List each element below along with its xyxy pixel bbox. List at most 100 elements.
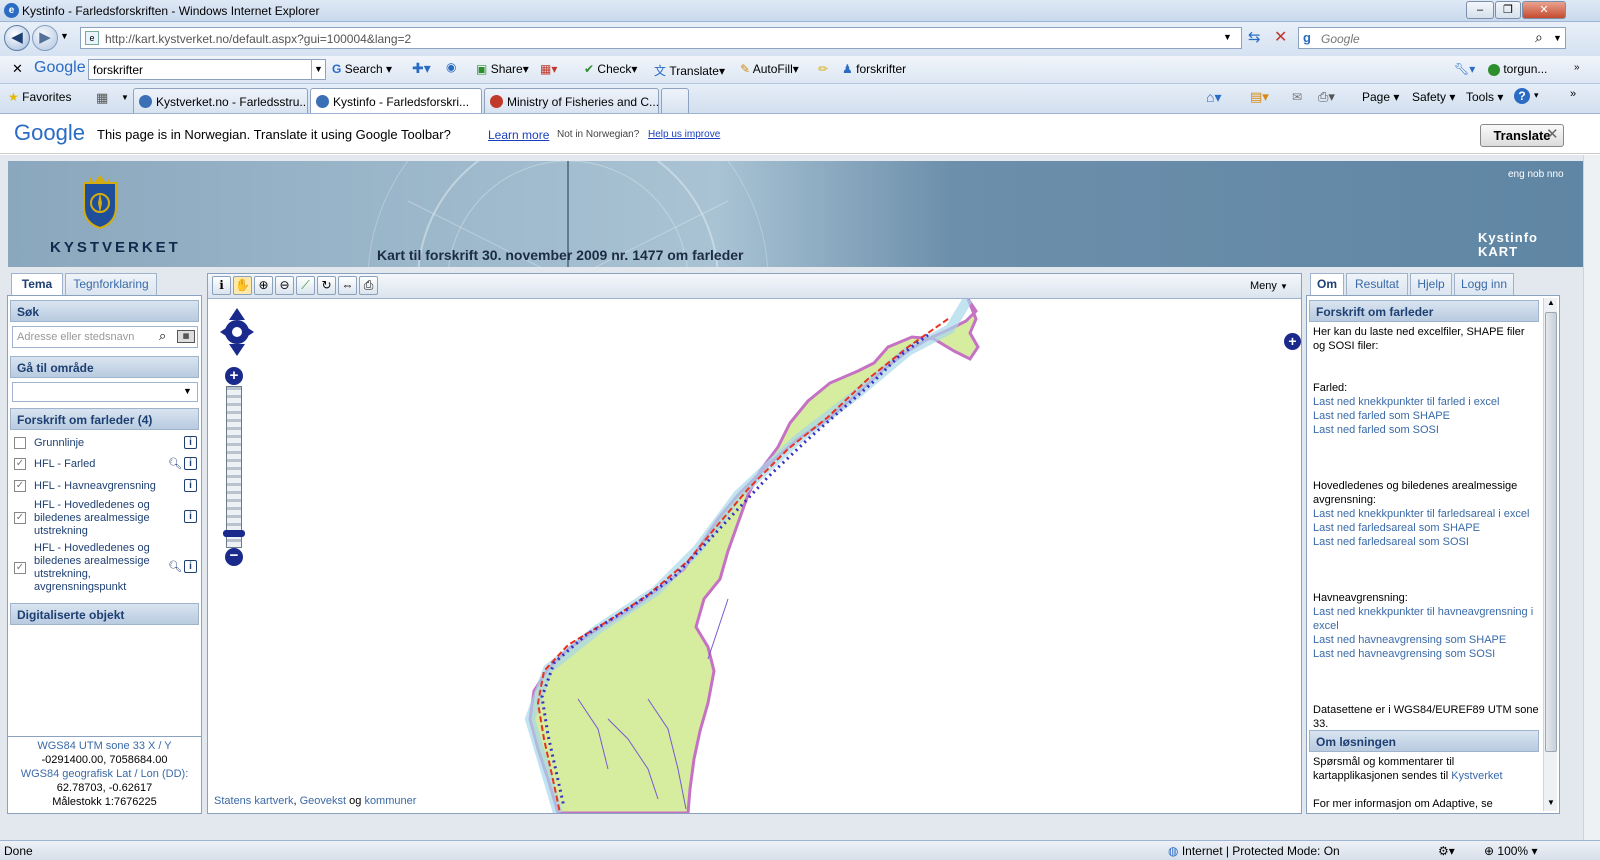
plus-icon[interactable]: ✚▾ xyxy=(412,60,431,77)
page-scrollbar[interactable] xyxy=(1583,155,1600,840)
history-dropdown-icon[interactable]: ▼ xyxy=(60,31,69,41)
tab-list-dropdown-icon[interactable]: ▼ xyxy=(121,93,129,102)
popup-blocker-icon[interactable]: ▦▾ xyxy=(540,62,557,76)
stop-icon[interactable]: ✕ xyxy=(1274,27,1287,47)
account-button[interactable]: torgun... xyxy=(1488,62,1547,76)
expand-panel-icon[interactable]: + xyxy=(1284,333,1301,350)
forward-button[interactable]: ▶ xyxy=(32,25,58,51)
print-map-icon[interactable]: ⎙ xyxy=(359,276,378,295)
tab-kystinfo[interactable]: Kystinfo - Farledsforskri... xyxy=(310,88,482,113)
print-icon[interactable]: ⎙▾ xyxy=(1318,89,1335,105)
tools-menu[interactable]: Tools ▾ xyxy=(1466,90,1503,104)
search-button[interactable]: G Search ▾ xyxy=(332,62,392,76)
keyboard-icon[interactable]: ▦ xyxy=(177,330,195,343)
back-button[interactable]: ◀ xyxy=(4,25,30,51)
url-field[interactable]: e http://kart.kystverket.no/default.aspx… xyxy=(80,27,1242,49)
toolbar-close-icon[interactable]: ✕ xyxy=(12,61,23,77)
maximize-button[interactable]: ❐ xyxy=(1495,1,1521,19)
help-icon[interactable]: ? xyxy=(1514,88,1530,104)
info-icon[interactable]: i xyxy=(184,457,197,470)
url-dropdown-icon[interactable]: ▼ xyxy=(1223,32,1232,42)
info-icon[interactable]: i xyxy=(184,560,197,573)
refresh-icon[interactable]: ⇆ xyxy=(1248,28,1261,46)
zoom-in-tool-icon[interactable]: ⊕ xyxy=(254,276,273,295)
zoom-slider[interactable] xyxy=(226,386,242,548)
credit-kartverk-link[interactable]: Statens kartverk xyxy=(214,795,293,807)
full-extent-icon[interactable]: ⇔ xyxy=(338,276,357,295)
map-canvas[interactable] xyxy=(208,299,1301,813)
info-tool-icon[interactable]: ℹ xyxy=(212,276,231,295)
havn-shape-link[interactable]: Last ned havneavgrensing som SHAPE xyxy=(1313,633,1539,647)
layer-checkbox[interactable]: ✓ xyxy=(14,480,26,492)
help-dropdown-icon[interactable]: ▾ xyxy=(1534,90,1539,101)
protected-mode-icon[interactable]: ⚙▾ xyxy=(1438,844,1455,858)
area-select[interactable]: ▼ xyxy=(12,382,198,402)
learn-more-link[interactable]: Learn more xyxy=(488,128,549,142)
close-translate-icon[interactable]: ✕ xyxy=(1546,125,1559,143)
zoom-to-layer-icon[interactable]: 🔍︎ xyxy=(168,561,182,574)
tab-tegnforklaring[interactable]: Tegnforklaring xyxy=(65,273,157,295)
right-panel-scrollbar[interactable]: ▲ ▼ xyxy=(1543,298,1557,811)
credit-geovekst-link[interactable]: Geovekst xyxy=(300,795,346,807)
tab-tema[interactable]: Tema xyxy=(11,273,63,295)
layer-checkbox[interactable]: ✓ xyxy=(14,458,26,470)
layer-checkbox[interactable]: ✓ xyxy=(14,562,26,574)
check-button[interactable]: ✔ Check▾ xyxy=(584,62,637,76)
farled-excel-link[interactable]: Last ned knekkpunkter til farled i excel xyxy=(1313,395,1539,409)
share-button[interactable]: ▣ Share▾ xyxy=(476,62,529,76)
translate-toolbar-button[interactable]: 文 Translate▾ xyxy=(654,62,725,79)
search-icon[interactable]: ⌕ xyxy=(1535,29,1543,46)
scroll-thumb[interactable] xyxy=(1545,312,1557,752)
highlighter-icon[interactable]: ✏ xyxy=(818,62,828,76)
map-menu[interactable]: Meny ▼ xyxy=(1250,280,1288,292)
pan-hand-icon[interactable]: ✋ xyxy=(233,276,252,295)
tab-om[interactable]: Om xyxy=(1310,273,1344,295)
layer-checkbox[interactable]: ✓ xyxy=(14,512,26,524)
info-icon[interactable]: i xyxy=(184,479,197,492)
scroll-up-icon[interactable]: ▲ xyxy=(1545,298,1557,307)
zoom-in-icon[interactable]: + xyxy=(225,367,243,385)
scroll-down-icon[interactable]: ▼ xyxy=(1545,798,1557,807)
more-icon[interactable]: » xyxy=(1570,88,1576,100)
zoom-slider-handle[interactable] xyxy=(223,530,245,537)
quick-tabs-icon[interactable]: ▦ xyxy=(96,90,108,106)
tab-resultat[interactable]: Resultat xyxy=(1346,273,1408,295)
place-search-input[interactable]: Adresse eller stedsnavn ⌕ ▦ xyxy=(12,326,198,348)
zoom-level[interactable]: ⊕ 100% ▾ xyxy=(1484,844,1537,858)
search-box[interactable]: g Google ⌕ ▼ xyxy=(1298,27,1566,49)
kystverket-link[interactable]: Kystverket xyxy=(1451,770,1502,782)
favorites-button[interactable]: ★ Favorites xyxy=(8,90,71,104)
page-menu[interactable]: Page ▾ xyxy=(1362,90,1399,104)
query-dropdown-icon[interactable]: ▼ xyxy=(311,60,325,79)
home-icon[interactable]: ⌂▾ xyxy=(1206,89,1221,106)
credit-kommuner-link[interactable]: kommuner xyxy=(364,795,416,807)
language-links[interactable]: eng nob nno xyxy=(1508,169,1564,180)
more-icon[interactable]: » xyxy=(1574,62,1580,73)
pan-control-icon[interactable] xyxy=(220,306,254,358)
tab-hjelp[interactable]: Hjelp xyxy=(1410,273,1452,295)
hoved-excel-link[interactable]: Last ned knekkpunkter til farledsareal i… xyxy=(1313,507,1539,521)
google-toolbar-search-input[interactable]: forskrifter ▼ xyxy=(88,59,326,80)
wrench-icon[interactable]: 🔧︎▾ xyxy=(1454,62,1475,76)
info-icon[interactable]: i xyxy=(184,510,197,523)
autofill-button[interactable]: ✎ AutoFill▾ xyxy=(740,62,799,76)
highlight-term-button[interactable]: ♟ forskrifter xyxy=(842,62,906,76)
globe-icon[interactable]: ◉ xyxy=(446,60,456,74)
security-zone[interactable]: ◍ Internet | Protected Mode: On xyxy=(1168,844,1340,858)
farled-shape-link[interactable]: Last ned farled som SHAPE xyxy=(1313,409,1539,423)
feeds-icon[interactable]: ▤▾ xyxy=(1250,89,1269,105)
layer-checkbox[interactable] xyxy=(14,437,26,449)
farled-sosi-link[interactable]: Last ned farled som SOSI xyxy=(1313,423,1539,437)
tab-kystverket[interactable]: Kystverket.no - Farledsstru... xyxy=(133,88,308,113)
search-dropdown-icon[interactable]: ▼ xyxy=(1553,33,1562,43)
zoom-out-tool-icon[interactable]: ⊖ xyxy=(275,276,294,295)
havn-sosi-link[interactable]: Last ned havneavgrensing som SOSI xyxy=(1313,647,1539,661)
new-tab-button[interactable] xyxy=(661,88,689,113)
havn-excel-link[interactable]: Last ned knekkpunkter til havneavgrensni… xyxy=(1313,605,1539,633)
minimize-button[interactable]: – xyxy=(1466,1,1494,19)
google-toolbar-logo[interactable]: Google xyxy=(34,59,86,77)
measure-tool-icon[interactable]: ⟋ xyxy=(296,276,315,295)
close-button[interactable]: ✕ xyxy=(1522,1,1566,19)
safety-menu[interactable]: Safety ▾ xyxy=(1412,90,1455,104)
refresh-map-icon[interactable]: ↻ xyxy=(317,276,336,295)
